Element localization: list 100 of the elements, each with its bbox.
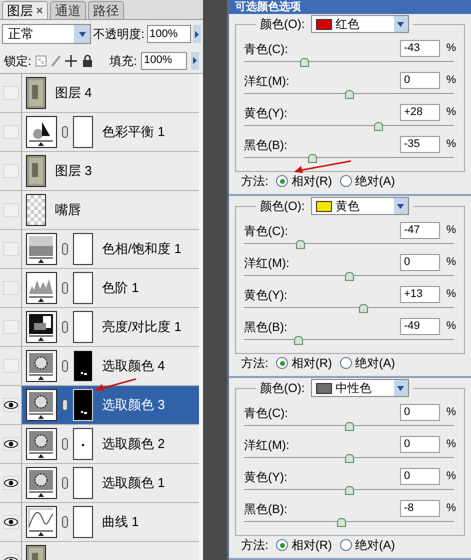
radio-option[interactable]: 绝对(A): [340, 354, 396, 372]
percent-unit: %: [445, 255, 456, 270]
visibility-toggle[interactable]: [2, 437, 18, 451]
layer-mask-thumbnail[interactable]: [73, 428, 93, 460]
opacity-label: 不透明度:: [93, 26, 145, 43]
visibility-toggle[interactable]: [2, 203, 18, 217]
value-field[interactable]: -49: [400, 318, 440, 335]
visibility-toggle[interactable]: [2, 476, 18, 490]
layer-mask-thumbnail[interactable]: [73, 311, 93, 343]
visibility-toggle[interactable]: [2, 359, 18, 373]
layer-row[interactable]: 色彩平衡 1: [22, 113, 199, 151]
slider-label: 青色(C):: [244, 40, 289, 58]
layer-row[interactable]: 嘴唇: [22, 191, 199, 229]
radio-option[interactable]: 绝对(A): [340, 172, 396, 190]
dropdown-arrow-button[interactable]: [394, 16, 408, 32]
layer-row[interactable]: 选取颜色 3: [22, 386, 199, 424]
value-field[interactable]: 0: [400, 404, 440, 421]
blend-mode-dropdown[interactable]: 正常: [2, 24, 92, 44]
close-icon[interactable]: [36, 7, 43, 14]
slider-thumb[interactable]: [345, 422, 354, 431]
chain-link-icon[interactable]: [62, 477, 68, 489]
layer-name: 亮度/对比度 1: [102, 318, 182, 336]
chain-link-icon[interactable]: [62, 282, 68, 294]
dropdown-arrow-button[interactable]: [74, 25, 90, 43]
layer-panel-tab[interactable]: 路径: [88, 1, 124, 19]
slider-thumb[interactable]: [294, 336, 303, 345]
value-field[interactable]: -8: [400, 500, 440, 517]
slider-label: 洋红(M):: [244, 72, 290, 90]
slider-thumb[interactable]: [308, 154, 318, 163]
slider-thumb[interactable]: [345, 486, 354, 495]
color-label: 颜色(O):: [260, 16, 305, 33]
slider-thumb[interactable]: [300, 58, 309, 67]
fill-field[interactable]: 100%: [141, 52, 187, 70]
layer-mask-thumbnail[interactable]: [73, 233, 93, 265]
slider-popup-button[interactable]: [191, 52, 199, 70]
slider-thumb[interactable]: [345, 90, 354, 99]
slider-thumb[interactable]: [345, 454, 354, 463]
color-dropdown[interactable]: 中性色: [310, 379, 409, 397]
chain-link-icon[interactable]: [62, 126, 68, 138]
dropdown-arrow-button[interactable]: [394, 198, 408, 214]
slider-label: 洋红(M):: [244, 436, 290, 454]
chain-link-icon[interactable]: [62, 243, 68, 255]
layer-name: 色阶 1: [102, 279, 139, 298]
visibility-toggle[interactable]: [2, 125, 18, 139]
slider-thumb[interactable]: [296, 240, 305, 249]
arrow-drawing: [95, 378, 137, 391]
value-field[interactable]: -47: [400, 222, 440, 239]
slider-thumb[interactable]: [345, 272, 354, 281]
chain-link-icon[interactable]: [62, 399, 68, 411]
opacity-field[interactable]: 100%: [146, 25, 192, 43]
value-field[interactable]: +13: [400, 286, 440, 303]
layer-panel-tab[interactable]: 图层: [2, 1, 48, 19]
transparent-thumbnail: [26, 194, 46, 226]
layer-row[interactable]: 色相/饱和度 1: [22, 230, 199, 268]
radio-option[interactable]: 绝对(A): [340, 536, 396, 554]
value-field[interactable]: -35: [400, 136, 440, 153]
layer-row[interactable]: 选取颜色 4: [22, 347, 199, 385]
layer-row[interactable]: 图层 3: [22, 152, 199, 190]
visibility-toggle[interactable]: [2, 515, 18, 529]
value-field[interactable]: 0: [400, 468, 440, 485]
value-field[interactable]: -43: [400, 40, 440, 57]
layer-mask-thumbnail[interactable]: [73, 506, 93, 538]
layer-row[interactable]: 选取颜色 1: [22, 464, 199, 502]
layer-row[interactable]: 曲线 1: [22, 503, 199, 541]
value-field[interactable]: 0: [400, 436, 440, 453]
chain-link-icon[interactable]: [62, 321, 68, 333]
layer-name: 嘴唇: [55, 201, 81, 220]
slider-thumb[interactable]: [358, 304, 368, 313]
layer-row[interactable]: 选取颜色 2: [22, 425, 199, 463]
selective-color-thumbnail: [26, 350, 57, 382]
chain-link-icon[interactable]: [62, 360, 68, 372]
visibility-toggle[interactable]: [2, 281, 18, 295]
color-dropdown[interactable]: 黄色: [310, 197, 409, 215]
color-dropdown[interactable]: 红色: [310, 15, 409, 33]
slider-thumb[interactable]: [374, 122, 384, 131]
slider-thumb[interactable]: [336, 518, 346, 527]
radio-option[interactable]: 相对(R): [276, 536, 332, 554]
radio-option[interactable]: 相对(R): [276, 172, 332, 190]
layer-mask-thumbnail[interactable]: [73, 272, 93, 304]
visibility-toggle[interactable]: [2, 320, 18, 334]
layer-mask-thumbnail[interactable]: [73, 116, 93, 148]
layer-panel-tab[interactable]: 通道: [50, 1, 86, 19]
layer-mask-thumbnail[interactable]: [73, 467, 93, 499]
chain-link-icon[interactable]: [62, 438, 68, 450]
layer-name: 选取颜色 2: [102, 435, 165, 454]
visibility-toggle[interactable]: [2, 86, 18, 100]
dropdown-arrow-button[interactable]: [394, 380, 408, 396]
visibility-toggle[interactable]: [2, 242, 18, 256]
value-field[interactable]: 0: [400, 254, 440, 271]
color-label: 颜色(O):: [260, 198, 305, 215]
layer-row[interactable]: 图层 4: [22, 74, 199, 112]
visibility-toggle[interactable]: [2, 398, 18, 412]
chain-link-icon[interactable]: [62, 516, 68, 528]
radio-option[interactable]: 相对(R): [276, 354, 332, 372]
visibility-toggle[interactable]: [2, 164, 18, 178]
value-field[interactable]: 0: [400, 72, 440, 89]
layer-row[interactable]: 色阶 1: [22, 269, 199, 307]
layer-row[interactable]: 亮度/对比度 1: [22, 308, 199, 346]
value-field[interactable]: +28: [400, 104, 440, 121]
slider-popup-button[interactable]: [193, 25, 201, 43]
